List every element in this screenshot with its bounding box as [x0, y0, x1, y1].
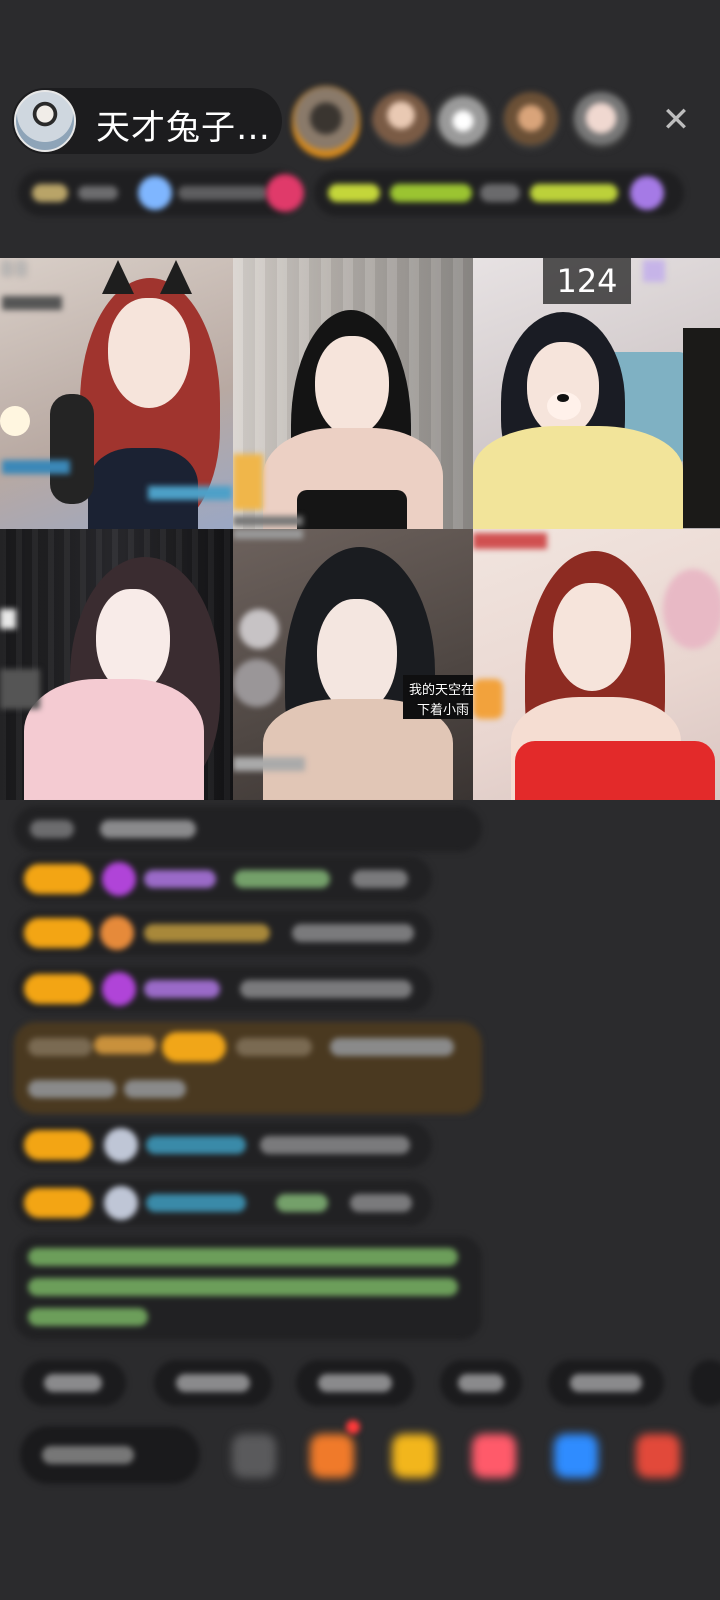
cell-overlay-text: ▒ ▒ [2, 262, 27, 277]
video-grid: ▒ ▒ 124 我的天空在 下着小雨 [0, 258, 720, 800]
hot-rank-icon[interactable] [266, 174, 304, 212]
host-avatar[interactable] [14, 90, 76, 152]
top-viewer-avatar-2[interactable] [372, 92, 430, 150]
video-cell-1[interactable]: ▒ ▒ [0, 258, 233, 529]
shortcut-chip-3[interactable] [296, 1360, 414, 1406]
chat-message[interactable] [14, 910, 432, 956]
cell-overlay-text [233, 757, 305, 771]
system-notice [14, 1236, 482, 1340]
shortcut-chip-1[interactable] [22, 1360, 126, 1406]
video-cell-3[interactable]: 124 [473, 258, 720, 529]
video-cell-6[interactable] [473, 529, 720, 800]
video-cell-5[interactable]: 我的天空在 下着小雨 [233, 529, 473, 800]
top-viewer-avatar-1[interactable] [292, 86, 360, 158]
cell-overlay-text: 我的天空在 [409, 683, 473, 698]
badge-icon [643, 260, 665, 282]
chat-message[interactable] [14, 966, 432, 1012]
gift-box-icon[interactable] [310, 1434, 354, 1478]
viewer-counter: 124 [543, 258, 631, 304]
chat-message[interactable] [14, 1180, 432, 1226]
cell-overlay-text [148, 486, 232, 500]
rank-row [18, 170, 688, 216]
chat-highlight-message[interactable] [14, 1022, 482, 1114]
video-cell-4[interactable] [0, 529, 233, 800]
chat-message[interactable] [14, 806, 482, 852]
gift-icon[interactable] [636, 1434, 680, 1478]
chat-message[interactable] [14, 1122, 432, 1168]
share-icon[interactable] [472, 1434, 516, 1478]
more-icon[interactable] [554, 1434, 598, 1478]
top-viewer-avatar-5[interactable] [572, 92, 630, 150]
activity-icon[interactable] [392, 1434, 436, 1478]
emoji-icon[interactable] [232, 1434, 276, 1478]
chat-message[interactable] [14, 856, 432, 902]
cell-overlay-text [2, 296, 62, 310]
shortcut-chip-6[interactable] [690, 1360, 720, 1406]
host-name[interactable]: 天才兔子… [96, 100, 271, 149]
close-icon[interactable]: ✕ [656, 100, 696, 140]
shortcut-chip-2[interactable] [154, 1360, 272, 1406]
chat-input[interactable] [20, 1426, 200, 1484]
cell-overlay-text [2, 460, 70, 474]
shortcut-chip-4[interactable] [440, 1360, 522, 1406]
cell-overlay-text [233, 529, 303, 539]
popularity-pill[interactable] [314, 170, 684, 216]
top-viewer-avatar-4[interactable] [502, 92, 560, 150]
video-cell-2[interactable] [233, 258, 473, 529]
rank-pill[interactable] [18, 170, 300, 216]
cell-overlay-text [233, 516, 303, 526]
cell-overlay-text: 下着小雨 [417, 703, 470, 718]
notification-dot-icon [346, 1420, 360, 1434]
top-viewer-avatar-3[interactable] [434, 92, 492, 150]
shortcut-chip-5[interactable] [548, 1360, 664, 1406]
cell-overlay-text [473, 533, 547, 549]
